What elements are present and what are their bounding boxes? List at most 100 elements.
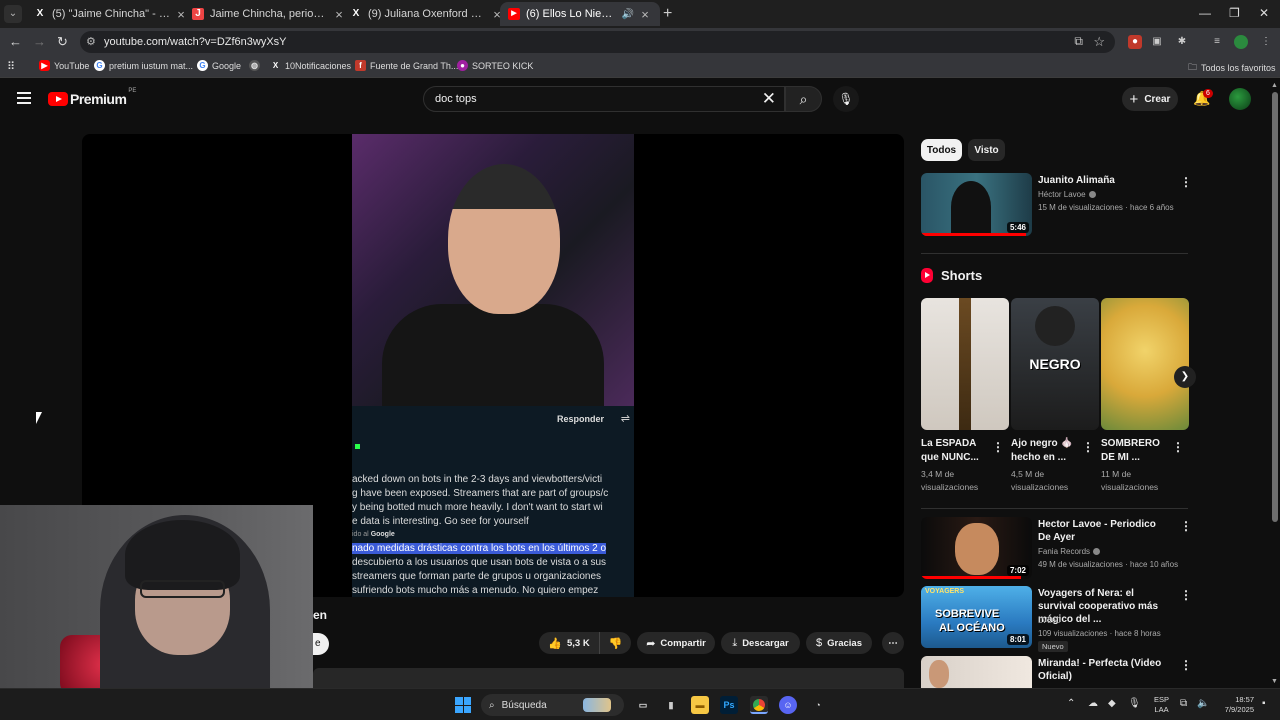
language-indicator[interactable]: ESP LAA [1154,695,1169,715]
photoshop-icon[interactable]: Ps [720,696,738,714]
bookmark-youtube[interactable]: ▶ YouTube [39,60,89,71]
shorts-next-button[interactable]: ❯ [1174,366,1196,388]
bookmark-sorteo-kick[interactable]: ● SORTEO KICK [457,60,533,71]
extension-icon[interactable]: ▣ [1150,35,1164,49]
browser-tab[interactable]: J Jaime Chincha, periodista y con × [184,2,354,26]
video-title[interactable]: Juanito Alimaña [1038,174,1168,187]
app-icon[interactable]: ▮ [662,696,680,714]
more-actions-button[interactable]: ⋯ [882,632,904,654]
file-explorer-icon[interactable]: ▬ [691,696,709,714]
share-button[interactable]: ➦ Compartir [637,632,715,654]
short-options-icon[interactable]: ⋮ [992,440,1004,454]
bookmark-pretium[interactable]: G pretium iustum mat... [94,60,193,71]
back-icon[interactable]: ← [9,34,22,49]
short-options-icon[interactable]: ⋮ [1082,440,1094,454]
taskbar-clock[interactable]: 18:57 7/9/2025 [1222,695,1254,715]
scroll-up-icon[interactable]: ▲ [1271,82,1278,89]
browser-tab[interactable]: X (9) Juliana Oxenford en X: "Te v × [342,2,512,26]
thanks-button[interactable]: $ Gracias [806,632,872,654]
cloud-icon[interactable]: ☁ [1088,698,1098,709]
video-title[interactable]: Miranda! - Perfecta (Video Oficial) [1038,657,1168,683]
reading-list-icon[interactable]: ≡ [1210,35,1224,49]
apps-grid-icon[interactable]: ⠿ [7,60,15,73]
bookmark-globe[interactable]: ◍ [249,60,264,71]
extensions-puzzle-icon[interactable]: ✱ [1175,35,1189,49]
browser-tab-active[interactable]: ▶ (6) Ellos Lo Niegan, Pero Ya 🔊 × [500,2,660,26]
windows-start-icon[interactable] [455,697,471,713]
chip-watched[interactable]: Visto [968,139,1005,161]
video-thumbnail[interactable]: 7:02 [921,517,1032,579]
short-thumbnail[interactable] [921,298,1009,430]
channel-name[interactable]: LVL60 [1038,616,1061,625]
video-thumbnail[interactable]: 5:46 [921,173,1032,236]
channel-name[interactable]: Fania Records [1038,547,1101,556]
short-thumbnail[interactable] [1101,298,1189,430]
channel-name[interactable]: Héctor Lavoe [1038,190,1096,199]
scrollbar-thumb[interactable] [1272,92,1278,522]
short-title[interactable]: SOMBRERO DE MI ... [1101,437,1171,465]
network-icon[interactable]: ⧉ [1180,698,1187,709]
app-icon[interactable]: ◔ [809,696,827,714]
microphone-icon[interactable]: 🎙 [1128,698,1141,709]
scroll-down-icon[interactable]: ▼ [1271,678,1278,685]
install-icon[interactable]: ⧉ [1074,34,1083,49]
notifications-icon[interactable]: ▪ [1262,698,1266,709]
bookmark-google[interactable]: G Google [197,60,241,71]
download-button[interactable]: ⤓ Descargar [721,632,800,654]
short-title[interactable]: La ESPADA que NUNC... [921,437,991,465]
youtube-premium-logo[interactable]: Premium PE [48,88,136,107]
page-scrollbar[interactable] [1270,80,1280,690]
forward-icon[interactable]: → [33,34,46,49]
reload-icon[interactable]: ↻ [57,34,68,50]
bookmark-fuente-gta[interactable]: f Fuente de Grand Th... [355,60,458,71]
close-icon[interactable]: × [638,7,652,22]
browser-tab[interactable]: X (5) "Jaime Chincha" - Buscar / X × [26,2,196,26]
short-thumbnail[interactable]: NEGRO [1011,298,1099,430]
video-options-icon[interactable]: ⋮ [1180,175,1192,189]
subscribe-button[interactable]: e [313,633,329,655]
volume-icon[interactable]: 🔈 [1197,698,1209,709]
kick-icon: ● [457,60,468,71]
voice-search-button[interactable]: 🎙 [833,86,859,112]
search-query-text[interactable]: doc tops [435,93,477,105]
profile-avatar[interactable] [1234,35,1248,49]
chrome-icon[interactable] [750,696,768,714]
chrome-menu-icon[interactable]: ⋮ [1259,35,1273,49]
menu-icon[interactable] [17,92,31,104]
close-window-icon[interactable]: ✕ [1259,6,1269,20]
search-input[interactable]: doc tops ✕ [423,86,785,112]
like-button[interactable]: 👍 5,3 K [539,632,599,654]
extension-icon[interactable]: ● [1128,35,1142,49]
tray-app-icon[interactable]: ◆ [1108,698,1116,709]
short-options-icon[interactable]: ⋮ [1172,440,1184,454]
bookmark-star-icon[interactable]: ☆ [1093,34,1105,50]
speaker-icon[interactable]: 🔊 [622,9,634,20]
address-bar[interactable]: ⚙ youtube.com/watch?v=DZf6n3wyXsY ⧉ ☆ [80,31,1115,53]
restore-icon[interactable]: ❐ [1229,6,1240,20]
video-options-icon[interactable]: ⋮ [1180,588,1192,602]
taskbar-search[interactable]: ⌕ Búsqueda [481,694,624,716]
dislike-button[interactable]: 👎 [599,632,631,654]
discord-icon[interactable]: ☺ [779,696,797,714]
video-thumbnail[interactable]: VOYAGERS SOBREVIVE AL OCÉANO 8:01 [921,586,1032,648]
description-box[interactable] [313,668,904,688]
all-bookmarks-folder[interactable]: 🗀 Todos los favoritos [1188,60,1276,76]
video-options-icon[interactable]: ⋮ [1180,658,1192,672]
task-view-icon[interactable]: ▭ [634,696,652,714]
bookmark-10notificaciones[interactable]: X 10Notificaciones [270,60,351,71]
tray-overflow-icon[interactable]: ⌃ [1067,698,1075,709]
url-text[interactable]: youtube.com/watch?v=DZf6n3wyXsY [104,36,287,48]
chip-all[interactable]: Todos [921,139,962,161]
search-button[interactable]: ⌕ [785,86,822,112]
short-title[interactable]: Ajo negro 🧄 hecho en ... [1011,437,1081,465]
video-thumbnail[interactable] [921,656,1032,688]
tab-search-button[interactable]: ⌄ [4,5,22,23]
minimize-icon[interactable]: — [1199,6,1211,20]
site-info-icon[interactable]: ⚙ [86,35,96,48]
new-tab-button[interactable]: + [663,5,672,23]
create-button[interactable]: + Crear [1122,87,1178,111]
video-title[interactable]: Hector Lavoe - Periodico De Ayer [1038,518,1168,544]
clear-search-icon[interactable]: ✕ [762,89,776,109]
account-avatar[interactable] [1229,88,1251,110]
video-options-icon[interactable]: ⋮ [1180,519,1192,533]
